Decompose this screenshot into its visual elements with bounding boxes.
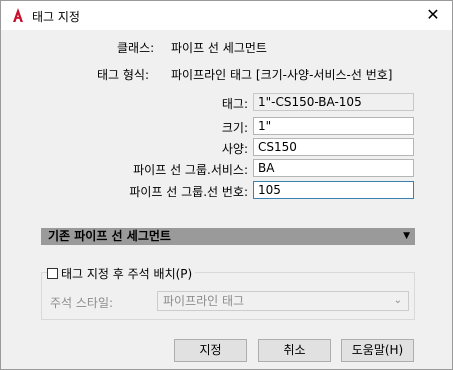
existing-segment-section-header[interactable]: 기존 파이프 선 세그먼트 ▼ — [41, 228, 415, 245]
tag-assign-dialog: 태그 지정 ✕ 클래스: 파이프 선 세그먼트 태그 형식: 파이프라인 태그 … — [0, 0, 453, 370]
annotation-style-value: 파이프라인 태그 — [163, 294, 245, 308]
size-field[interactable]: 1" — [253, 117, 414, 135]
assign-button[interactable]: 지정 — [174, 339, 247, 362]
service-field[interactable]: BA — [253, 159, 414, 177]
help-button[interactable]: 도움말(H) — [341, 339, 414, 362]
tag-field: 1"-CS150-BA-105 — [253, 93, 414, 111]
close-button[interactable]: ✕ — [420, 3, 446, 27]
tag-label: 태그: — [221, 97, 248, 111]
place-annotation-checkbox[interactable]: 태그 지정 후 주석 배치(P) — [47, 265, 196, 282]
tag-format-value: 파이프라인 태그 [크기-사양-서비스-선 번호] — [171, 68, 393, 82]
tag-format-label: 태그 형식: — [97, 68, 150, 82]
line-number-field[interactable]: 105 — [253, 181, 414, 199]
chevron-down-icon: ⌄ — [393, 295, 402, 306]
dialog-title: 태그 지정 — [32, 10, 80, 24]
service-label: 파이프 선 그룹.서비스: — [133, 163, 248, 177]
line-number-label: 파이프 선 그룹.선 번호: — [129, 185, 248, 199]
class-value: 파이프 선 세그먼트 — [171, 41, 267, 55]
chevron-down-icon: ▼ — [403, 231, 410, 241]
annotation-style-select[interactable]: 파이프라인 태그 ⌄ — [157, 291, 409, 311]
class-label: 클래스: — [117, 41, 155, 55]
spec-field[interactable]: CS150 — [253, 138, 414, 156]
size-label: 크기: — [221, 121, 248, 135]
close-icon: ✕ — [426, 5, 440, 24]
annotation-style-label: 주석 스타일: — [50, 296, 114, 310]
cancel-button[interactable]: 취소 — [258, 339, 331, 362]
checkbox-box[interactable] — [47, 268, 58, 279]
title-bar: 태그 지정 ✕ — [1, 1, 452, 30]
spec-label: 사양: — [221, 142, 248, 156]
section-label: 기존 파이프 선 세그먼트 — [48, 229, 171, 243]
autocad-logo-icon — [13, 8, 23, 22]
place-annotation-label: 태그 지정 후 주석 배치(P) — [61, 267, 193, 281]
